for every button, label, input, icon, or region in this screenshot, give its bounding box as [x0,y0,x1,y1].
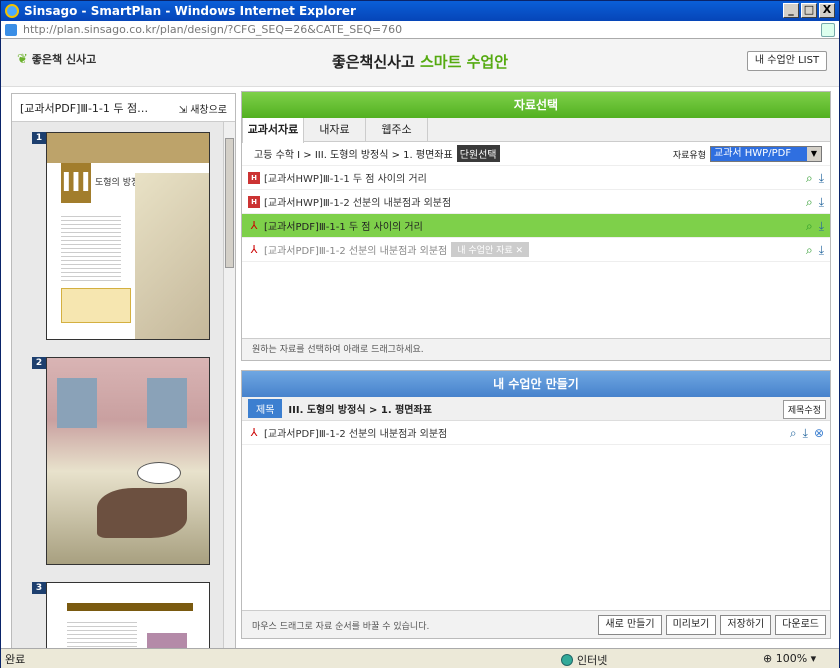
download-button[interactable]: 다운로드 [775,615,826,635]
item-label: [교과서PDF]Ⅲ-1-1 두 점 사이의 거리 [264,222,423,233]
download-icon[interactable]: ⤓ [819,195,824,210]
tab-web-address[interactable]: 웹주소 [366,118,428,141]
page-thumbnail[interactable] [46,357,210,565]
download-icon[interactable]: ⤓ [819,243,824,258]
lesson-plan-panel: 내 수업안 만들기 제목 III. 도형의 방정식 > 1. 평면좌표 제목수정… [241,370,831,639]
plan-item[interactable]: ⅄ [교과서PDF]Ⅲ-1-2 선분의 내분점과 외분점 ⌕ ⤓ ⊗ [242,421,830,445]
material-select-panel: 자료선택 교과서자료 내자료 웹주소 고등 수학 I > III. 도형의 방정… [241,91,831,361]
tab-my-materials[interactable]: 내자료 [304,118,366,141]
page-thumbnails[interactable]: 1 III 도형의 방정식 2 3 [12,122,224,648]
plan-title: III. 도형의 방정식 > 1. 평면좌표 [288,405,432,416]
pdf-file-icon: ⅄ [250,218,258,232]
remove-icon[interactable]: ⊗ [814,426,824,441]
save-button[interactable]: 저장하기 [720,615,772,635]
compat-icon[interactable] [821,23,835,37]
ie-logo-icon [5,4,19,18]
address-url[interactable]: http://plan.sinsago.co.kr/plan/design/?C… [23,23,402,36]
type-label: 자료유형 [672,151,706,161]
list-item[interactable]: H [교과서HWP]Ⅲ-1-1 두 점 사이의 거리 ⌕ ⤓ [242,166,830,190]
close-button[interactable]: X [819,3,835,18]
my-list-button[interactable]: 내 수업안 LIST [747,51,827,71]
breadcrumb: 고등 수학 I > III. 도형의 방정식 > 1. 평면좌표 단원선택 자료… [242,142,830,166]
page-thumbnail[interactable]: III 도형의 방정식 [46,132,210,340]
make-panel-title: 내 수업안 만들기 [242,371,830,397]
browser-window: Sinsago - SmartPlan - Windows Internet E… [0,0,840,668]
download-icon[interactable]: ⤓ [803,426,808,441]
download-icon[interactable]: ⤓ [819,171,824,186]
scrollbar-thumb[interactable] [225,138,234,268]
zone-label: 인터넷 [577,654,608,667]
page-icon [5,23,17,36]
search-icon[interactable]: ⌕ [806,195,813,210]
list-item[interactable]: H [교과서HWP]Ⅲ-1-2 선분의 내분점과 외분점 ⌕ ⤓ [242,190,830,214]
new-plan-button[interactable]: 새로 만들기 [598,615,662,635]
type-select[interactable]: 교과서 HWP/PDF ▼ [710,146,822,162]
list-item-selected[interactable]: ⅄ [교과서PDF]Ⅲ-1-1 두 점 사이의 거리 ⌕ ⤓ [242,214,830,238]
download-icon[interactable]: ⤓ [819,219,824,234]
item-label: [교과서PDF]Ⅲ-1-2 선분의 내분점과 외분점 [264,429,448,440]
list-item[interactable]: ⅄ [교과서PDF]Ⅲ-1-2 선분의 내분점과 외분점 내 수업안 자료 ✕ … [242,238,830,262]
address-bar[interactable]: http://plan.sinsago.co.kr/plan/design/?C… [1,21,839,39]
breadcrumb-text: 고등 수학 I > III. 도형의 방정식 > 1. 평면좌표 [254,150,453,161]
tag-label: 내 수업안 자료 [457,246,513,256]
material-tabs: 교과서자료 내자료 웹주소 [242,118,830,143]
item-label: [교과서HWP]Ⅲ-1-1 두 점 사이의 거리 [264,174,427,185]
brand-title: 좋은책신사고 스마트 수업안 [1,51,839,72]
drag-hint: 마우스 드래그로 자료 순서를 바꿀 수 있습니다. [252,622,430,632]
site-header: ❦ 좋은책 신사고 좋은책신사고 스마트 수업안 내 수업안 LIST [1,39,839,87]
title-bar: Sinsago - SmartPlan - Windows Internet E… [1,1,839,21]
in-plan-tag: 내 수업안 자료 ✕ [451,242,530,257]
type-select-value: 교과서 HWP/PDF [714,148,792,159]
title-badge: 제목 [248,399,283,418]
page-content: ❦ 좋은책 신사고 좋은책신사고 스마트 수업안 내 수업안 LIST [교과서… [1,39,839,649]
pdf-file-icon: ⅄ [250,425,258,439]
brand-main: 좋은책신사고 [331,53,415,71]
security-zone: 인터넷 [561,652,607,668]
page-number: 3 [32,582,46,594]
preview-button[interactable]: 미리보기 [665,615,717,635]
globe-icon [561,654,573,666]
search-icon[interactable]: ⌕ [790,426,797,441]
tab-textbook[interactable]: 교과서자료 [242,118,304,143]
preview-panel: [교과서PDF]Ⅲ-1-1 두 점… ⇲ 새창으로 1 III 도형의 방정식 … [11,93,236,649]
new-window-label: 새창으로 [190,105,227,116]
hwp-file-icon: H [248,195,260,208]
status-text: 완료 [5,652,26,666]
unit-select-button[interactable]: 단원선택 [456,145,500,162]
page-number: 2 [32,357,46,369]
search-icon[interactable]: ⌕ [806,171,813,186]
brand-accent: 스마트 수업안 [420,53,509,71]
edit-title-button[interactable]: 제목수정 [782,400,826,419]
chevron-down-icon[interactable]: ▼ [807,147,821,161]
minimize-button[interactable]: _ [783,3,799,18]
select-footer-hint: 원하는 자료를 선택하여 아래로 드래그하세요. [242,338,830,360]
item-label: [교과서HWP]Ⅲ-1-2 선분의 내분점과 외분점 [264,198,452,209]
zoom-value: 100% [775,652,808,665]
item-label: [교과서PDF]Ⅲ-1-2 선분의 내분점과 외분점 [264,246,448,257]
window-title: Sinsago - SmartPlan - Windows Internet E… [24,4,356,18]
preview-title: [교과서PDF]Ⅲ-1-1 두 점… [20,101,149,115]
preview-header: [교과서PDF]Ⅲ-1-1 두 점… ⇲ 새창으로 [12,94,235,122]
page-thumbnail[interactable] [46,582,210,648]
preview-scrollbar[interactable] [223,122,235,648]
make-footer: 마우스 드래그로 자료 순서를 바꿀 수 있습니다. 새로 만들기 미리보기 저… [242,610,830,638]
plan-title-row: 제목 III. 도형의 방정식 > 1. 평면좌표 제목수정 [242,397,830,421]
new-window-button[interactable]: ⇲ 새창으로 [179,101,227,116]
select-panel-title: 자료선택 [242,92,830,118]
search-icon[interactable]: ⌕ [806,219,813,234]
chapter-number: III [61,163,91,203]
page-number: 1 [32,132,46,144]
hwp-file-icon: H [248,171,260,184]
search-icon[interactable]: ⌕ [806,243,813,258]
status-bar: 완료 인터넷 ⊕ 100% ▾ [1,648,839,668]
zoom-level[interactable]: ⊕ 100% ▾ [763,652,816,665]
pdf-file-icon: ⅄ [250,242,258,256]
maximize-button[interactable]: □ [801,3,817,18]
